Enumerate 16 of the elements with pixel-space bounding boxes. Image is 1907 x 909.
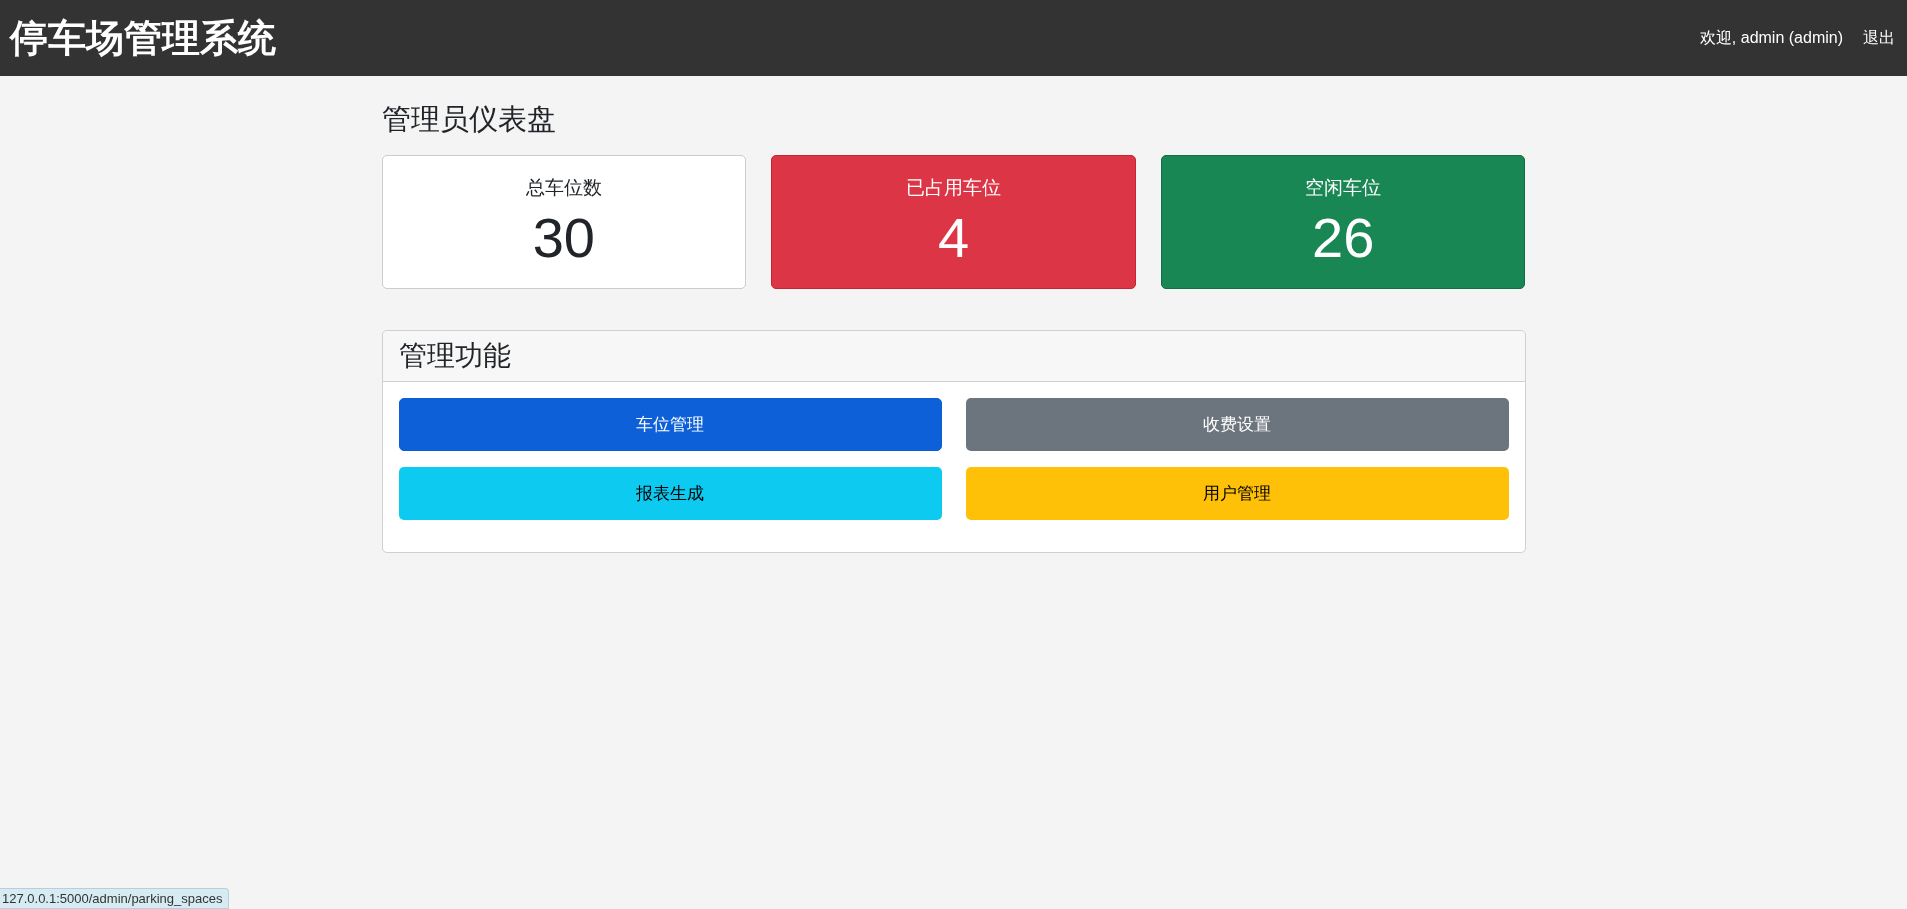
- stat-label: 已占用车位: [906, 176, 1001, 200]
- status-url: 127.0.0.1:5000/admin/parking_spaces: [0, 888, 230, 909]
- welcome-text: 欢迎, admin (admin): [1699, 27, 1843, 48]
- admin-function-button[interactable]: 收费设置: [965, 397, 1509, 451]
- page-title: 管理员仪表盘: [381, 102, 557, 137]
- stat-value: 30: [532, 207, 595, 269]
- admin-function-button[interactable]: 报表生成: [398, 466, 942, 520]
- panel-title: 管理功能: [398, 338, 512, 373]
- stat-value: 4: [937, 207, 970, 269]
- logout-link[interactable]: 退出: [1863, 27, 1895, 49]
- stat-label: 空闲车位: [1305, 176, 1382, 200]
- stat-value: 26: [1312, 207, 1375, 269]
- app-title: 停车场管理系统: [10, 15, 276, 61]
- stat-label: 总车位数: [525, 176, 602, 200]
- admin-function-button[interactable]: 用户管理: [965, 466, 1509, 520]
- admin-function-button[interactable]: 车位管理: [398, 397, 942, 451]
